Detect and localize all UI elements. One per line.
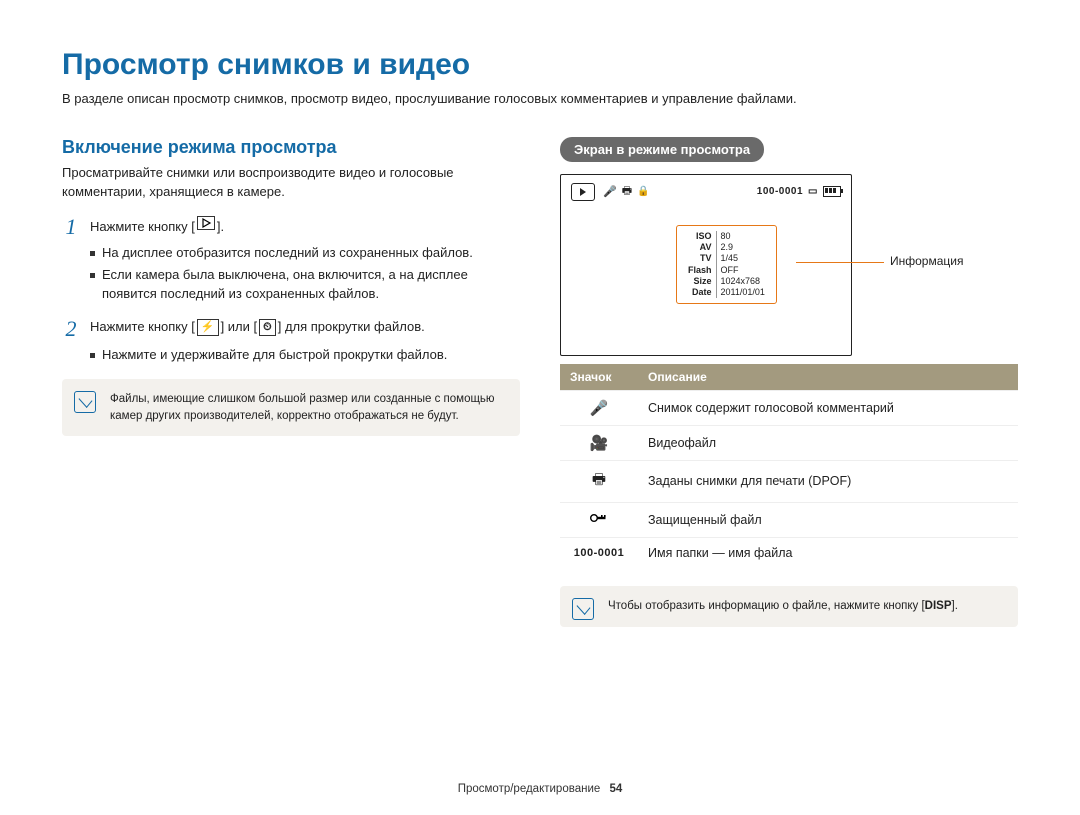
note-icon [572, 598, 594, 620]
screen-topbar: 🎤 🖶 🔒 100-0001 ▭ [571, 183, 841, 201]
bullet-item: Нажмите и удерживайте для быстрой прокру… [90, 346, 520, 365]
page-footer: Просмотр/редактирование 54 [0, 783, 1080, 795]
info-val: OFF [716, 265, 768, 276]
print-icon: 🖶 [560, 460, 638, 502]
section-para: Просматривайте снимки или воспроизводите… [62, 164, 520, 202]
manual-page: Просмотр снимков и видео В разделе описа… [0, 0, 1080, 815]
section-heading: Включение режима просмотра [62, 137, 520, 158]
callout-label: Информация [890, 254, 963, 268]
info-val: 2.9 [716, 242, 768, 253]
table-row: 100-0001 Имя папки — имя файла [560, 537, 1018, 568]
step-2: 2 Нажмите кнопку [⚡] или [⏲] для прокрут… [62, 318, 520, 340]
note-text: Файлы, имеющие слишком большой размер ил… [110, 393, 495, 422]
protect-icon [560, 502, 638, 537]
info-key: AV [685, 242, 716, 253]
shot-info-overlay: ISO80 AV2.9 TV1/45 FlashOFF Size1024x768… [676, 225, 777, 305]
note-text-post: ]. [952, 600, 958, 612]
video-icon: 🎥 [560, 425, 638, 460]
step-text-pre: Нажмите кнопку [ [90, 219, 195, 234]
page-number: 54 [609, 783, 622, 795]
play-button-icon [197, 216, 215, 230]
protect-icon: 🔒 [637, 186, 649, 197]
page-title: Просмотр снимков и видео [62, 48, 1018, 82]
footer-section: Просмотр/редактирование [458, 783, 601, 795]
flash-button-icon: ⚡ [197, 319, 219, 336]
playback-mode-icon [571, 183, 595, 201]
step1-bullets: На дисплее отобразится последний из сохр… [90, 244, 520, 305]
card-icon: ▭ [808, 186, 818, 197]
info-val: 1/45 [716, 253, 768, 264]
info-val: 80 [716, 231, 768, 242]
disp-button-label: DISP [925, 600, 952, 612]
table-header-icon: Значок [560, 364, 638, 391]
step-body: Нажмите кнопку [⚡] или [⏲] для прокрутки… [90, 318, 520, 340]
two-column-layout: Включение режима просмотра Просматривайт… [62, 137, 1018, 627]
timer-button-icon: ⏲ [259, 319, 276, 336]
table-row: 🎤 Снимок содержит голосовой комментарий [560, 390, 1018, 425]
info-key: Flash [685, 265, 716, 276]
callout-line [796, 262, 884, 263]
step-number: 1 [62, 216, 80, 238]
right-column: Экран в режиме просмотра 🎤 🖶 🔒 100-0001 [560, 137, 1018, 627]
bullet-item: Если камера была выключена, она включитс… [90, 266, 520, 304]
bullet-item: На дисплее отобразится последний из сохр… [90, 244, 520, 263]
table-desc: Имя папки — имя файла [638, 537, 1018, 568]
info-key: Date [685, 287, 716, 298]
note-text-pre: Чтобы отобразить информацию о файле, наж… [608, 600, 925, 612]
camera-screen-mock: 🎤 🖶 🔒 100-0001 ▭ ISO80 [560, 174, 852, 356]
note-box: Чтобы отобразить информацию о файле, наж… [560, 586, 1018, 627]
status-icons: 🎤 🖶 🔒 [603, 182, 650, 201]
table-row: 🖶 Заданы снимки для печати (DPOF) [560, 460, 1018, 502]
step-1: 1 Нажмите кнопку []. [62, 216, 520, 238]
table-header-desc: Описание [638, 364, 1018, 391]
print-icon: 🖶 [622, 182, 632, 201]
intro-text: В разделе описан просмотр снимков, просм… [62, 90, 1018, 109]
step-text-post: ]. [217, 219, 224, 234]
battery-icon [823, 186, 841, 197]
voice-memo-icon: 🎤 [560, 390, 638, 425]
info-key: ISO [685, 231, 716, 242]
step2-bullets: Нажмите и удерживайте для быстрой прокру… [90, 346, 520, 365]
note-box: Файлы, имеющие слишком большой размер ил… [62, 379, 520, 436]
left-column: Включение режима просмотра Просматривайт… [62, 137, 520, 627]
section-pill: Экран в режиме просмотра [560, 137, 764, 162]
folder-file-number: 100-0001 [757, 186, 803, 197]
info-key: TV [685, 253, 716, 264]
info-val: 1024x768 [716, 276, 768, 287]
step-text-post: ] для прокрутки файлов. [278, 319, 425, 334]
topbar-right: 100-0001 ▭ [757, 186, 841, 197]
step-text-pre: Нажмите кнопку [ [90, 319, 195, 334]
table-row: 🎥 Видеофайл [560, 425, 1018, 460]
table-row: Защищенный файл [560, 502, 1018, 537]
info-val: 2011/01/01 [716, 287, 768, 298]
step-text-mid: ] или [ [221, 319, 258, 334]
table-desc: Заданы снимки для печати (DPOF) [638, 460, 1018, 502]
screenshot-wrapper: 🎤 🖶 🔒 100-0001 ▭ ISO80 [560, 174, 1018, 356]
table-desc: Видеофайл [638, 425, 1018, 460]
table-desc: Снимок содержит голосовой комментарий [638, 390, 1018, 425]
step-body: Нажмите кнопку []. [90, 216, 520, 238]
icon-legend-table: Значок Описание 🎤 Снимок содержит голосо… [560, 364, 1018, 568]
note-icon [74, 391, 96, 413]
step-number: 2 [62, 318, 80, 340]
folder-file-icon: 100-0001 [560, 537, 638, 568]
info-key: Size [685, 276, 716, 287]
voice-memo-icon: 🎤 [603, 185, 617, 198]
table-desc: Защищенный файл [638, 502, 1018, 537]
